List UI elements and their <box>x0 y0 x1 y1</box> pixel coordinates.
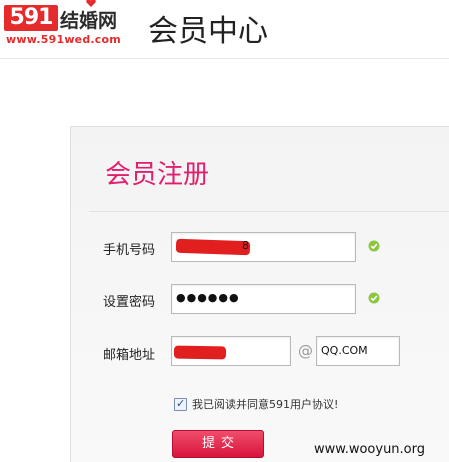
phone-value: 8 <box>242 239 249 252</box>
site-header: 591 结婚网 www.591wed.com 会员中心 <box>0 0 449 59</box>
site-logo[interactable]: 591 结婚网 www.591wed.com <box>4 0 129 50</box>
checkmark-icon: ✓ <box>176 397 186 410</box>
password-value: ●●●●●● <box>176 291 240 304</box>
password-label: 设置密码 <box>103 295 156 310</box>
agreement-text[interactable]: 我已阅读并同意591用户协议! <box>192 396 338 412</box>
phone-input[interactable]: 8 <box>171 232 356 262</box>
logo-number: 591 <box>4 5 58 31</box>
redaction-mark <box>175 238 251 256</box>
email-domain-input[interactable]: QQ.COM <box>316 336 400 366</box>
password-input[interactable]: ●●●●●● <box>171 284 356 314</box>
watermark: www.wooyun.org <box>314 442 426 457</box>
logo-url: www.591wed.com <box>6 33 121 46</box>
agreement-checkbox[interactable]: ✓ <box>174 397 187 411</box>
phone-label: 手机号码 <box>103 243 156 258</box>
logo-text: 结婚网 <box>60 10 118 32</box>
submit-button[interactable]: 提交 <box>172 430 264 458</box>
email-domain-value: QQ.COM <box>321 344 368 357</box>
divider <box>89 211 449 212</box>
register-title: 会员注册 <box>105 160 210 190</box>
email-user-input[interactable] <box>171 336 291 366</box>
page-title: 会员中心 <box>148 14 268 49</box>
check-circle-icon <box>368 240 380 252</box>
redaction-mark <box>173 345 227 360</box>
check-circle-icon <box>368 292 380 304</box>
email-label: 邮箱地址 <box>103 348 156 363</box>
at-symbol: @ <box>298 342 313 360</box>
